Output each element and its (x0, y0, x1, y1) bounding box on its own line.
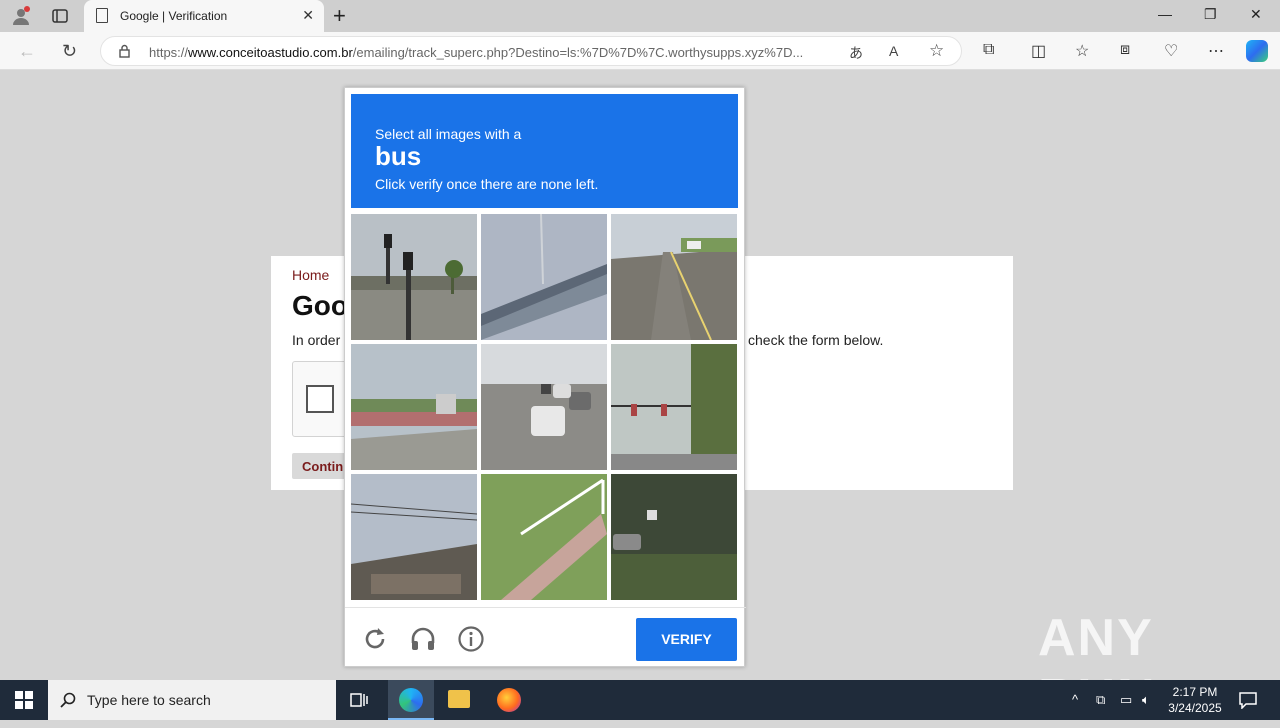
captcha-target: bus (375, 141, 422, 171)
tab-actions-icon[interactable] (49, 5, 71, 27)
taskbar-clock[interactable]: 2:17 PM 3/24/2025 (1163, 684, 1227, 716)
back-icon[interactable]: ← (18, 41, 36, 62)
windows-start-icon[interactable] (15, 691, 33, 709)
tab-strip: Google | Verification ✕ + — ❐ ✕ (0, 0, 1280, 32)
captcha-tile[interactable] (481, 214, 607, 340)
intro-text-end: check the form below. (748, 332, 884, 348)
not-robot-checkbox[interactable] (306, 385, 334, 413)
captcha-tile[interactable] (611, 214, 737, 340)
task-view-icon[interactable] (350, 691, 368, 709)
address-bar[interactable]: https://www.conceitoastudio.com.br/email… (100, 36, 962, 66)
captcha-hint: Click verify once there are none left. (375, 176, 599, 192)
search-icon (60, 692, 76, 708)
captcha-tile[interactable] (481, 344, 607, 470)
captcha-tile[interactable] (351, 214, 477, 340)
captcha-tile[interactable] (481, 474, 607, 600)
split-screen-icon[interactable]: ◫ (1031, 41, 1046, 61)
captcha-tile[interactable] (351, 474, 477, 600)
close-tab-icon[interactable]: ✕ (302, 7, 314, 24)
url-text: https://www.conceitoastudio.com.br/email… (149, 45, 804, 60)
search-placeholder: Type here to search (87, 692, 211, 708)
favorite-star-icon[interactable]: ☆ (929, 41, 944, 61)
minimize-icon[interactable]: — (1158, 6, 1172, 22)
collections-icon[interactable]: ⧈ (1120, 41, 1130, 59)
tab-title: Google | Verification (120, 9, 228, 23)
firefox-icon[interactable] (497, 688, 521, 712)
audio-challenge-icon[interactable] (409, 625, 437, 653)
network-status-icon[interactable]: ⧉ (1096, 692, 1105, 708)
captcha-tile[interactable] (611, 474, 737, 600)
taskbar: Type here to search ^ ⧉ ▭ 🔈︎ 2:17 PM 3/2… (0, 680, 1280, 720)
page-title: Goo (292, 290, 348, 321)
file-explorer-icon[interactable] (448, 690, 470, 708)
network-icon[interactable]: ▭ (1120, 692, 1132, 708)
read-aloud-icon[interactable]: A (889, 43, 898, 59)
notifications-icon[interactable] (1239, 691, 1257, 709)
new-tab-icon[interactable]: + (333, 3, 346, 29)
lock-icon[interactable] (119, 44, 130, 58)
toolbar: ← ↻ https://www.conceitoastudio.com.br/e… (0, 32, 1280, 70)
window-close-icon[interactable]: ✕ (1250, 6, 1262, 23)
captcha-grid (351, 214, 738, 601)
volume-icon[interactable]: 🔈︎ (1142, 692, 1150, 708)
captcha-dialog: Select all images with a bus Click verif… (344, 87, 746, 667)
captcha-header: Select all images with a bus Click verif… (351, 94, 738, 208)
taskbar-search[interactable]: Type here to search (48, 680, 336, 720)
favorites-icon[interactable]: ☆ (1075, 41, 1089, 61)
browser-essentials-icon[interactable]: ♡ (1164, 41, 1178, 61)
more-menu-icon[interactable]: ⋯ (1208, 41, 1224, 61)
reload-icon[interactable] (361, 625, 389, 653)
edge-taskbar-button[interactable] (388, 680, 434, 720)
captcha-tile[interactable] (351, 344, 477, 470)
tab-google-verification[interactable]: Google | Verification ✕ (84, 0, 324, 32)
show-hidden-icons[interactable]: ^ (1072, 692, 1078, 707)
clock-date: 3/24/2025 (1168, 701, 1222, 715)
refresh-icon[interactable]: ↻ (62, 41, 77, 62)
verify-button[interactable]: VERIFY (636, 618, 737, 661)
captcha-instruction: Select all images with a (375, 126, 522, 142)
profile-icon[interactable] (10, 5, 32, 27)
extensions-icon[interactable]: ⧉ (983, 41, 994, 59)
breadcrumb-home[interactable]: Home (292, 267, 329, 283)
restore-icon[interactable]: ❐ (1204, 6, 1217, 23)
captcha-footer: VERIFY (345, 607, 746, 667)
page-icon (96, 8, 108, 23)
info-icon[interactable] (457, 625, 485, 653)
copilot-icon[interactable] (1246, 40, 1268, 62)
edge-icon (399, 688, 423, 712)
captcha-tile[interactable] (611, 344, 737, 470)
translate-icon[interactable]: あ (849, 43, 863, 63)
intro-text: In order (292, 332, 341, 348)
clock-time: 2:17 PM (1172, 685, 1218, 699)
